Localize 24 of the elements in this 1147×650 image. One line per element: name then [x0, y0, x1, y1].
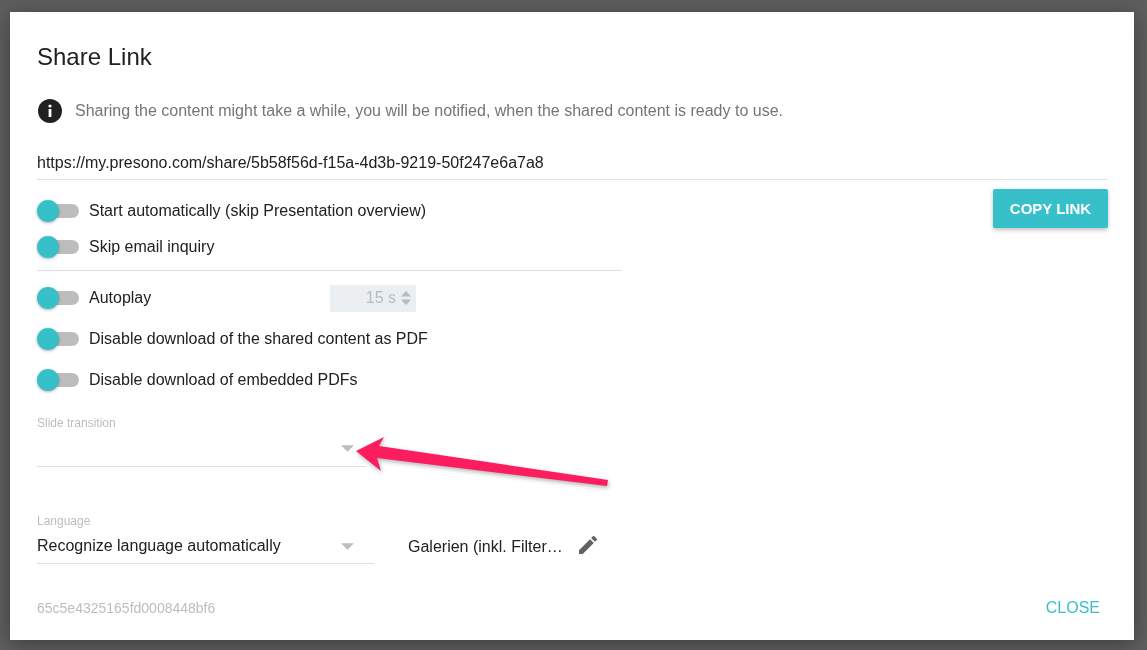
pencil-icon[interactable]	[578, 535, 597, 554]
toggle-switch[interactable]	[37, 236, 79, 258]
info-icon	[38, 99, 62, 123]
field-label: Slide transition	[37, 415, 116, 431]
toggle-switch[interactable]	[37, 200, 79, 222]
dialog-title: Share Link	[37, 42, 152, 72]
gallery-setting-text: Galerien (inkl. Filter…	[408, 537, 563, 556]
toggle-switch[interactable]	[37, 287, 79, 309]
close-button[interactable]: CLOSE	[1037, 591, 1108, 625]
language-select[interactable]: Recognize language automatically	[37, 529, 374, 564]
toggle-switch[interactable]	[37, 328, 79, 350]
toggle-label: Start automatically (skip Presentation overview)	[89, 202, 427, 220]
toggle-label: Disable download of embedded PDFs	[89, 371, 358, 389]
toggle-switch[interactable]	[37, 369, 79, 391]
caret-icon	[341, 542, 354, 550]
toggle-label: Disable download of the shared content as PDF	[89, 330, 428, 348]
field-label: Language	[37, 513, 91, 529]
caret-icon	[341, 445, 354, 452]
document-id: 65c5e4325165fd0008448bf6	[37, 600, 216, 616]
toggle-label: Autoplay	[89, 289, 153, 307]
copy-link-button[interactable]: COPY LINK	[993, 189, 1108, 228]
toggle-label: Skip email inquiry	[89, 238, 215, 256]
share-link-field[interactable]: https://my.presono.com/share/5b58f56d-f15a-4d3b-9219-50f247e6a7a8	[37, 150, 1108, 180]
info-message: Sharing the content might take a while, you will be notified, when the shared content is ready to use.	[75, 102, 783, 120]
